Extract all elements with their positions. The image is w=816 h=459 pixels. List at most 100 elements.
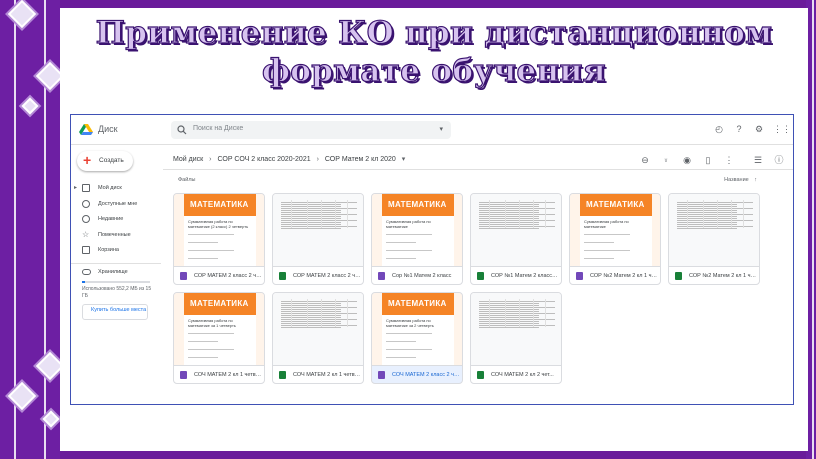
file-card[interactable]: СОЧ МАТЕМ 2 кл 1 четвер... — [272, 292, 364, 384]
app-name[interactable]: Диск — [98, 124, 118, 134]
file-card[interactable]: МАТЕМАТИКА Суммативная работа по математи… — [371, 193, 463, 285]
file-name: СОЧ МАТЕМ 2 класс 2 чет... — [392, 372, 460, 378]
form-thumbnail[interactable]: МАТЕМАТИКА Суммативная работа по математи… — [174, 194, 264, 266]
chevron-right-icon: › — [316, 156, 319, 163]
sheet-thumbnail[interactable] — [273, 194, 363, 266]
chevron-right-icon: › — [209, 156, 212, 163]
sheet-thumbnail[interactable] — [471, 194, 561, 266]
sidebar: + Создать ▸ Мой диск Доступные мне Недав… — [71, 145, 161, 404]
google-sheets-icon — [477, 371, 484, 379]
sidebar-item-label: Мой диск — [98, 185, 122, 191]
sidebar-nav: ▸ Мой диск Доступные мне Недавние ☆ Поме… — [71, 181, 161, 259]
drive-top-bar: Диск Поиск на Диске ▾ ◴ ? ⚙ ⋮⋮ — [71, 115, 793, 145]
file-card[interactable]: МАТЕМАТИКА Суммативная работа по математи… — [173, 193, 265, 285]
more-icon[interactable]: ⋮ — [723, 154, 735, 166]
plus-icon: + — [83, 152, 92, 168]
form-caption: Суммативная работа по математике — [584, 219, 629, 229]
sheet-thumbnail[interactable] — [273, 293, 363, 365]
breadcrumb-current[interactable]: СОР Матем 2 кл 2020 — [325, 156, 396, 163]
help-icon[interactable]: ? — [733, 123, 745, 135]
buy-storage-button[interactable]: Купить больше места — [82, 304, 148, 320]
slide-title: Применение КО при дистанционном формате … — [60, 14, 808, 90]
sort-label: Название — [724, 177, 749, 183]
file-name: СОР №2 Матем 2 кл 1 чет... — [590, 273, 658, 279]
info-icon[interactable]: ⓘ — [773, 154, 785, 166]
form-thumbnail[interactable]: МАТЕМАТИКА Суммативная работа по математи… — [372, 293, 462, 365]
storage-bar — [82, 281, 150, 283]
sidebar-item-label: Корзина — [98, 247, 119, 253]
sidebar-item-trash[interactable]: Корзина — [71, 243, 161, 259]
google-sheets-icon — [477, 272, 484, 280]
create-button[interactable]: + Создать — [77, 151, 133, 171]
link-icon[interactable]: ⊖ — [639, 154, 651, 166]
file-card[interactable]: СОР №2 Матем 2 кл 1 чет... — [668, 193, 760, 285]
right-vertical-line — [812, 0, 814, 459]
file-card[interactable]: МАТЕМАТИКА Суммативная работа по математи… — [371, 292, 463, 384]
chevron-down-icon[interactable]: ▾ — [402, 156, 406, 163]
breadcrumb: Мой диск › СОР СОЧ 2 класс 2020-2021 › С… — [173, 155, 409, 163]
form-thumbnail[interactable]: МАТЕМАТИКА Суммативная работа по математи… — [372, 194, 462, 266]
storage-usage-text: Использовано 552,2 МБ из 15 ГБ — [82, 286, 152, 299]
file-card[interactable]: СОР №1 Матем 2 класс (О... — [470, 193, 562, 285]
sheet-thumbnail[interactable] — [471, 293, 561, 365]
form-caption: Суммативная работа по математике за 2 че… — [386, 318, 434, 328]
file-name: СОР №2 Матем 2 кл 1 чет... — [689, 273, 757, 279]
search-input[interactable]: Поиск на Диске — [193, 125, 243, 132]
form-header-text: МАТЕМАТИКА — [388, 299, 447, 308]
drive-screenshot: Диск Поиск на Диске ▾ ◴ ? ⚙ ⋮⋮ + Создать… — [70, 114, 794, 405]
storage-section: Хранилище Использовано 552,2 МБ из 15 ГБ… — [71, 263, 161, 320]
list-view-icon[interactable]: ☰ — [752, 154, 764, 166]
search-bar[interactable]: Поиск на Диске ▾ — [171, 121, 451, 139]
google-forms-icon — [378, 371, 385, 379]
sheet-thumbnail[interactable] — [669, 194, 759, 266]
cloud-icon — [82, 269, 91, 275]
google-forms-icon — [378, 272, 385, 280]
file-card[interactable]: СОЧ МАТЕМ 2 кл 2 чет... — [470, 292, 562, 384]
apps-grid-icon[interactable]: ⋮⋮ — [773, 123, 791, 135]
create-label: Создать — [99, 157, 124, 164]
breadcrumb-item[interactable]: СОР СОЧ 2 класс 2020-2021 — [217, 156, 310, 163]
google-sheets-icon — [279, 371, 286, 379]
sidebar-item-shared[interactable]: Доступные мне — [71, 197, 161, 213]
file-card[interactable]: СОР МАТЕМ 2 класс 2 чет... — [272, 193, 364, 285]
delete-icon[interactable]: ▯ — [702, 154, 714, 166]
form-header-text: МАТЕМАТИКА — [190, 200, 249, 209]
sidebar-item-starred[interactable]: ☆ Помеченные — [71, 228, 161, 244]
google-sheets-icon — [279, 272, 286, 280]
form-header-text: МАТЕМАТИКА — [586, 200, 645, 209]
slide: Применение КО при дистанционном формате … — [60, 8, 808, 451]
form-header-text: МАТЕМАТИКА — [388, 200, 447, 209]
file-name: СОР МАТЕМ 2 класс 2 чет... — [293, 273, 361, 279]
add-person-icon[interactable]: ⍤ — [660, 154, 672, 166]
file-card[interactable]: МАТЕМАТИКА Суммативная работа по математи… — [569, 193, 661, 285]
search-options-icon[interactable]: ▾ — [439, 125, 443, 133]
sidebar-item-my-drive[interactable]: ▸ Мой диск — [71, 181, 161, 197]
offline-status-icon[interactable]: ◴ — [713, 123, 725, 135]
file-card[interactable]: МАТЕМАТИКА Суммативная работа по математи… — [173, 292, 265, 384]
buy-storage-label: Купить больше места — [91, 307, 147, 313]
expand-arrow-icon[interactable]: ▸ — [74, 184, 77, 191]
search-icon[interactable] — [177, 125, 187, 135]
my-drive-icon — [82, 184, 90, 192]
form-thumbnail[interactable]: МАТЕМАТИКА Суммативная работа по математи… — [570, 194, 660, 266]
settings-icon[interactable]: ⚙ — [753, 123, 765, 135]
divider — [163, 169, 793, 170]
file-name: СОЧ МАТЕМ 2 кл 1 четвер... — [293, 372, 361, 378]
sort-control[interactable]: Название ↑ — [724, 177, 757, 183]
drive-logo-icon[interactable] — [79, 124, 93, 136]
form-thumbnail[interactable]: МАТЕМАТИКА Суммативная работа по математи… — [174, 293, 264, 365]
form-caption: Суммативная работа по математике за 1 че… — [188, 318, 236, 328]
file-name: СОЧ МАТЕМ 2 кл 2 чет... — [491, 372, 554, 378]
file-name: СОР МАТЕМ 2 класс 2 чет... — [194, 273, 262, 279]
breadcrumb-item[interactable]: Мой диск — [173, 156, 203, 163]
sidebar-item-label: Помеченные — [98, 231, 131, 238]
storage-label[interactable]: Хранилище — [98, 269, 128, 275]
sidebar-item-recent[interactable]: Недавние — [71, 212, 161, 228]
form-header-text: МАТЕМАТИКА — [190, 299, 249, 308]
file-name: Сор №1 Матем 2 класс — [392, 273, 452, 279]
preview-icon[interactable]: ◉ — [681, 154, 693, 166]
google-forms-icon — [180, 371, 187, 379]
form-caption: Суммативная работа по математике — [386, 219, 431, 229]
shared-icon — [82, 199, 90, 208]
title-line-2: формате обучения — [261, 52, 607, 89]
